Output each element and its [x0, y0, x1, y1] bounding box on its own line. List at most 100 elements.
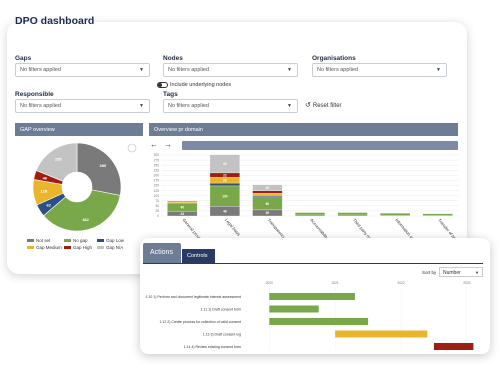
- responsible-filter-value: No filters applied: [20, 103, 61, 109]
- gantt-bar[interactable]: [269, 318, 369, 325]
- legend-item[interactable]: Gap Medium: [27, 245, 62, 250]
- bar-data-label: 28: [223, 178, 227, 182]
- responsible-filter-select[interactable]: No filters applied ▼: [15, 99, 150, 113]
- bar-segment[interactable]: [209, 182, 240, 187]
- bar-data-label: 48: [223, 209, 227, 213]
- bar-data-label: 100: [222, 194, 228, 198]
- y-tick-label: 100: [154, 194, 160, 198]
- gantt-x-tick-label: 2021: [332, 281, 339, 285]
- organisations-filter-value: No filters applied: [317, 67, 358, 73]
- gantt-bar[interactable]: [335, 330, 428, 338]
- gap-pie-chart: 380 482 62 128 46 255: [32, 142, 137, 232]
- y-tick-label: 25: [155, 209, 159, 213]
- bar-data-label: 60: [266, 202, 270, 206]
- bar-segment[interactable]: [294, 212, 326, 216]
- y-tick-label: 125: [154, 189, 160, 193]
- bar-segment[interactable]: [252, 195, 283, 198]
- y-tick-label: 250: [154, 163, 160, 167]
- nodes-filter-label: Nodes: [163, 55, 183, 62]
- bar-data-label: 40: [181, 205, 185, 209]
- gantt-row-label: 1.12 2) Create process for collection of…: [159, 320, 241, 324]
- nodes-filter-select[interactable]: No filters applied ▼: [163, 63, 298, 77]
- domain-overview-header: Overview pr domain: [149, 123, 458, 136]
- legend-swatch: [27, 245, 34, 250]
- bar-segment[interactable]: [337, 212, 368, 216]
- tab-divider: [143, 263, 483, 264]
- chevron-down-icon: ▼: [287, 103, 292, 109]
- bar-segment[interactable]: [167, 201, 198, 204]
- y-tick-label: 225: [154, 168, 160, 172]
- gap-overview-header: GAP overview: [15, 123, 143, 136]
- page-title: DPO dashboard: [15, 15, 95, 27]
- bar-segment[interactable]: [167, 201, 198, 203]
- legend-item[interactable]: Gap N/A: [97, 245, 123, 250]
- y-tick-label: 150: [154, 184, 160, 188]
- gantt-row-label: 1.11 1) Draft consent form: [201, 308, 241, 312]
- pie-data-label: 128: [40, 189, 47, 194]
- y-tick-label: 50: [155, 204, 159, 208]
- legend-label: Not set: [36, 238, 51, 243]
- tab-actions[interactable]: Actions: [143, 243, 181, 263]
- reset-filter-button[interactable]: ↺ Reset filter: [305, 101, 342, 109]
- tab-controls[interactable]: Controls: [182, 249, 215, 263]
- pie-options-icon[interactable]: [127, 143, 137, 153]
- sort-by-value: Number: [443, 270, 461, 276]
- domain-scroll-track[interactable]: [182, 141, 458, 150]
- chevron-down-icon: ▼: [475, 270, 479, 275]
- pie-data-label: 62: [46, 202, 51, 207]
- gaps-filter-select[interactable]: No filters applied ▼: [15, 63, 150, 77]
- y-tick-label: 0: [157, 214, 159, 218]
- legend-item[interactable]: Not set: [27, 238, 50, 243]
- organisations-filter-label: Organisations: [312, 55, 356, 62]
- y-tick-label: 175: [154, 179, 160, 183]
- sort-by-select[interactable]: Number ▼: [439, 267, 483, 277]
- chevron-down-icon: ▼: [139, 103, 144, 109]
- gantt-x-tick-label: 2022: [397, 281, 404, 285]
- legend-label: Gap Low: [106, 238, 125, 243]
- bar-segment[interactable]: [252, 193, 283, 197]
- nodes-filter-value: No filters applied: [168, 67, 209, 73]
- organisations-filter-select[interactable]: No filters applied ▼: [312, 63, 447, 77]
- y-tick-label: 300: [154, 153, 160, 157]
- legend-swatch: [64, 238, 71, 243]
- tags-filter-label: Tags: [163, 91, 178, 98]
- include-underlying-toggle[interactable]: [157, 82, 168, 88]
- gaps-filter-label: Gaps: [15, 55, 32, 62]
- bar-segment[interactable]: [294, 214, 326, 217]
- legend-label: Gap High: [73, 245, 93, 250]
- legend-item[interactable]: Gap High: [64, 245, 92, 250]
- legend-item[interactable]: Gap Low: [97, 238, 124, 243]
- gantt-row-label: 1.13 3) Draft consent log: [203, 333, 241, 337]
- bar-segment[interactable]: [337, 214, 368, 217]
- chevron-down-icon: ▼: [287, 67, 292, 73]
- actions-gantt-chart: 2020 2021 2022 2023 1.10 1) Perform and docu…: [145, 281, 474, 350]
- include-underlying-label: Include underlying nodes: [170, 82, 232, 88]
- bar-data-label: 24: [181, 212, 185, 216]
- bar-data-label: 90: [223, 162, 227, 166]
- tags-filter-value: No filters applied: [168, 103, 209, 109]
- bar-segment[interactable]: [252, 190, 283, 194]
- tags-filter-select[interactable]: No filters applied ▼: [163, 99, 298, 113]
- y-tick-label: 275: [154, 158, 160, 162]
- responsible-filter-label: Responsible: [15, 91, 54, 98]
- gantt-bar[interactable]: [433, 343, 474, 350]
- arrow-left-icon[interactable]: ←: [150, 140, 158, 149]
- legend-swatch: [97, 238, 104, 243]
- pie-data-label: 46: [43, 175, 48, 180]
- legend-swatch: [64, 245, 71, 250]
- y-tick-label: 200: [154, 174, 160, 178]
- pie-data-label: 482: [82, 217, 89, 222]
- arrow-right-icon[interactable]: →: [164, 140, 172, 149]
- gantt-row-label: 1.14 4) Review existing consent form: [184, 345, 241, 349]
- legend-item[interactable]: No gap: [64, 238, 88, 243]
- gantt-bar[interactable]: [269, 293, 355, 300]
- gantt-row-label: 1.10 1) Perform and document legitimate …: [145, 295, 241, 299]
- bar-data-label: 30: [266, 211, 270, 215]
- bar-data-label: 22: [223, 173, 227, 177]
- reset-filter-label: Reset filter: [312, 103, 342, 109]
- legend-label: No gap: [73, 238, 88, 243]
- bar-segment[interactable]: [380, 213, 411, 216]
- pie-data-label: 380: [100, 163, 107, 168]
- bar-segment[interactable]: [422, 213, 453, 216]
- gantt-bar[interactable]: [269, 305, 319, 313]
